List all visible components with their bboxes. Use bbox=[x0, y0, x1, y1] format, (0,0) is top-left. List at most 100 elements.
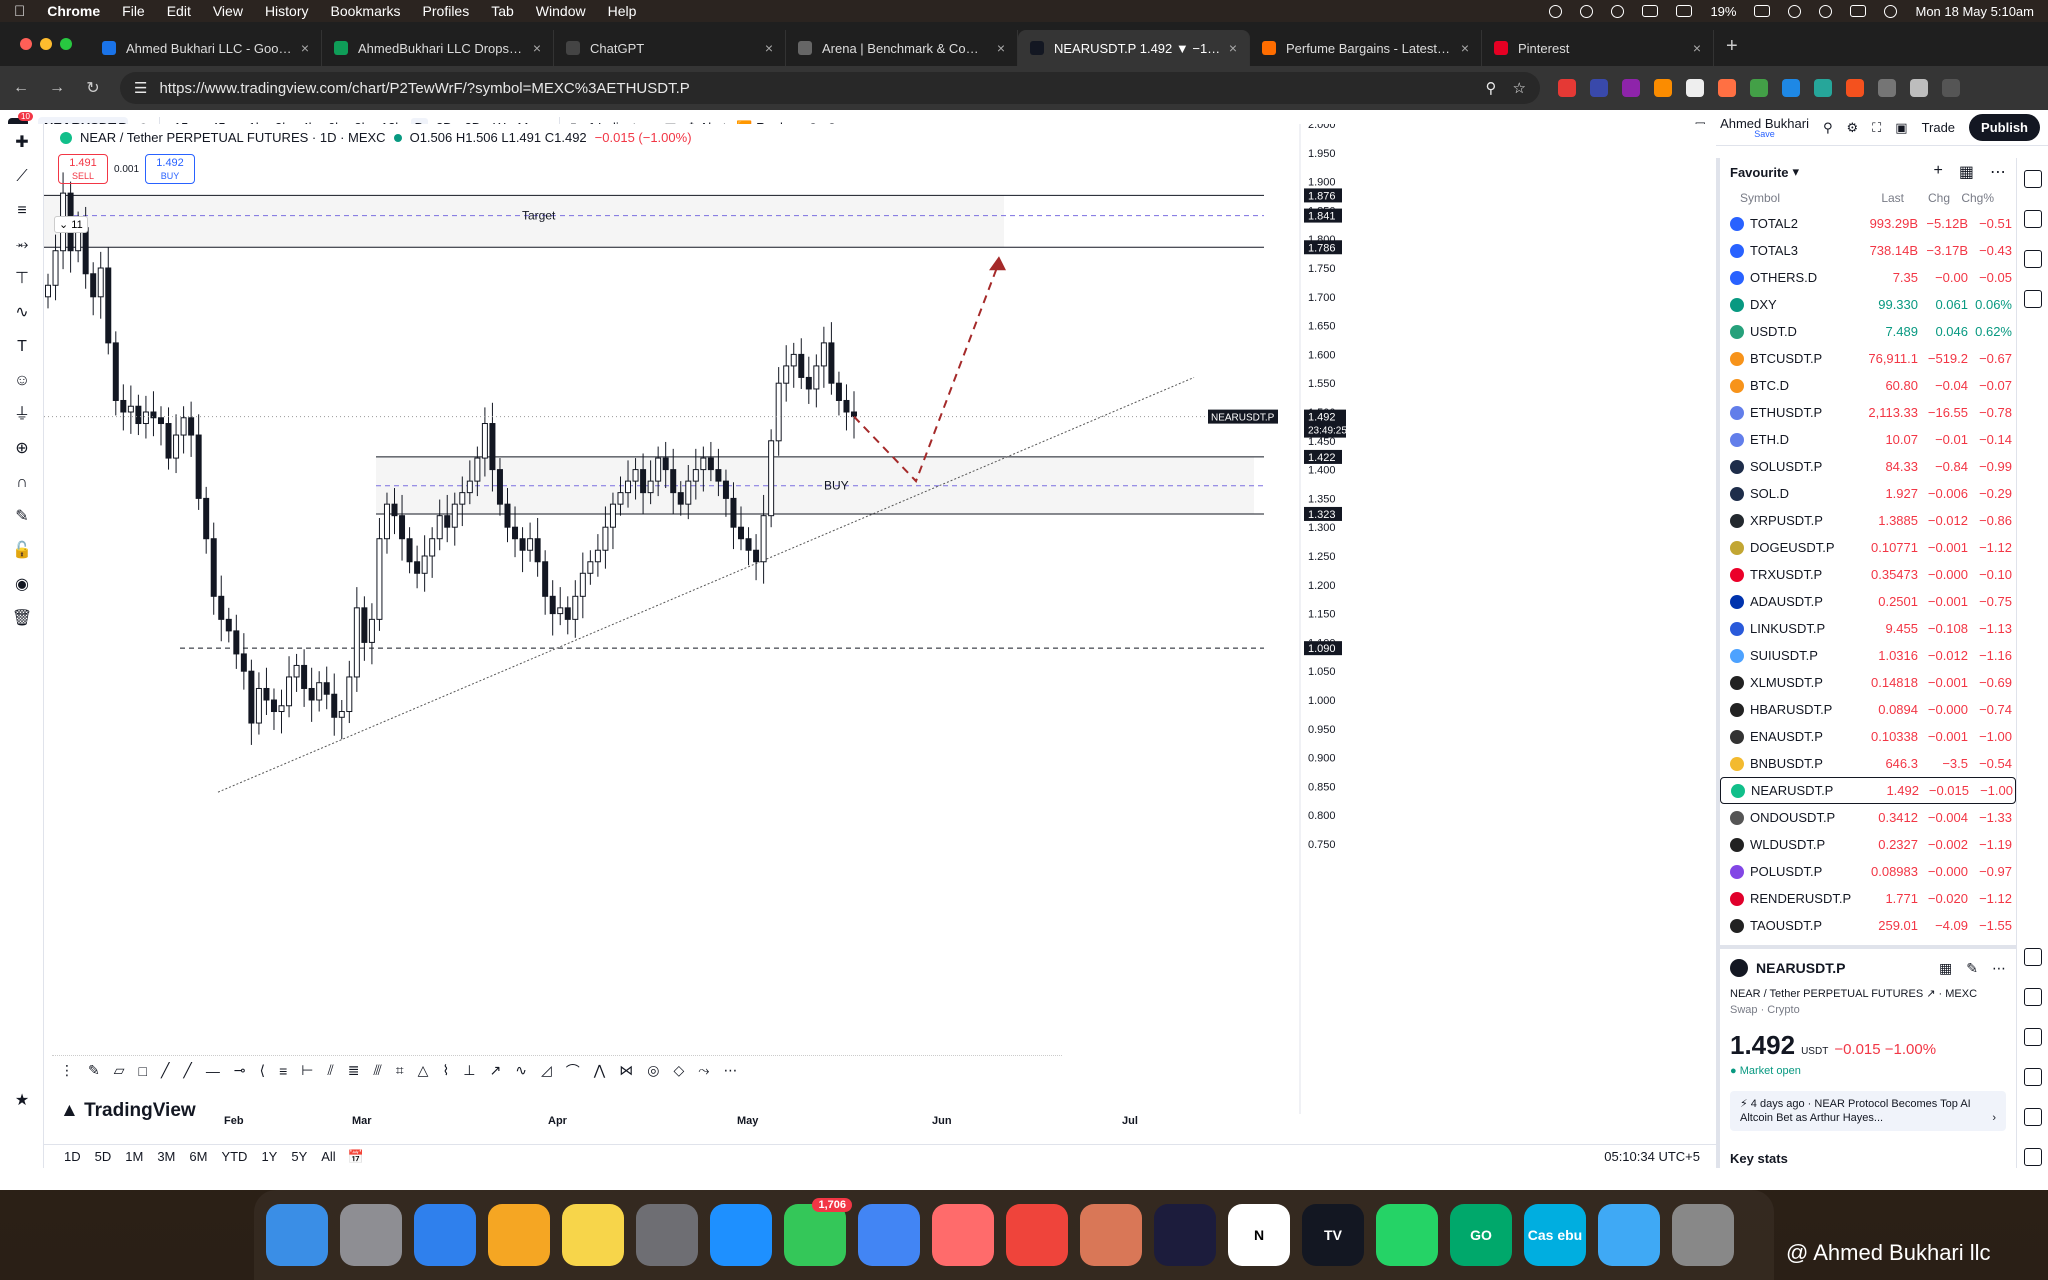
close-window-button[interactable] bbox=[20, 38, 32, 50]
microphone-icon[interactable] bbox=[1580, 4, 1594, 18]
drawing-tool-icon[interactable]: ⫽ bbox=[327, 1062, 333, 1079]
drawing-tool-icon[interactable]: ╱ bbox=[183, 1062, 191, 1079]
drawing-tool-icon[interactable]: ⫻ bbox=[373, 1062, 381, 1079]
menu-file[interactable]: File bbox=[122, 3, 145, 19]
price-chart[interactable]: 2.0001.9501.9001.8501.8001.7501.7001.650… bbox=[44, 124, 1716, 1144]
chevron-down-icon[interactable]: ▾ bbox=[1793, 164, 1800, 180]
extension-icon-1[interactable] bbox=[1558, 79, 1576, 97]
back-icon[interactable]: ← bbox=[12, 79, 30, 97]
close-tab-icon[interactable]: × bbox=[301, 40, 309, 56]
watchlist-row[interactable]: TOTAL3 738.14B −3.17B −0.43 bbox=[1720, 237, 2016, 264]
range-5D[interactable]: 5D bbox=[95, 1149, 112, 1164]
maximize-window-button[interactable] bbox=[60, 38, 72, 50]
dock-app-messages[interactable]: 1,706 bbox=[784, 1198, 852, 1266]
layers-icon[interactable] bbox=[2024, 250, 2042, 268]
watchlist-row[interactable]: RENDERUSDT.P 1.771 −0.020 −1.12 bbox=[1720, 885, 2016, 912]
chat-icon[interactable] bbox=[2024, 290, 2042, 308]
dock-app-chrome[interactable] bbox=[858, 1204, 920, 1266]
text-tool-icon[interactable]: T bbox=[11, 336, 33, 358]
fib-retracement-icon[interactable]: ≡ bbox=[11, 200, 33, 222]
apple-icon[interactable]:  bbox=[14, 3, 25, 20]
indicators-collapse-button[interactable]: ⌄ 11 bbox=[54, 216, 88, 233]
ruler-icon[interactable]: ⏚ bbox=[11, 404, 33, 426]
range-1M[interactable]: 1M bbox=[125, 1149, 143, 1164]
close-tab-icon[interactable]: × bbox=[997, 40, 1005, 56]
details-symbol[interactable]: NEARUSDT.P bbox=[1756, 960, 1845, 976]
col-symbol[interactable]: Symbol bbox=[1740, 191, 1848, 205]
drawing-tool-icon[interactable]: ⋀ bbox=[594, 1062, 605, 1079]
drawing-tool-icon[interactable]: ✎ bbox=[88, 1062, 100, 1079]
stream-icon[interactable] bbox=[2024, 1068, 2042, 1086]
drawing-tool-icon[interactable]: ≣ bbox=[348, 1062, 360, 1079]
external-link-icon[interactable]: ↗ bbox=[1926, 988, 1935, 1000]
watchlist-row[interactable]: TAOUSDT.P 259.01 −4.09 −1.55 bbox=[1720, 912, 2016, 939]
drawing-tool-icon[interactable]: ⋯ bbox=[723, 1062, 737, 1079]
chrome-menu-icon[interactable] bbox=[1942, 79, 1960, 97]
browser-tab[interactable]: Ahmed Bukhari LLC - Google × bbox=[90, 30, 322, 66]
drawing-tool-icon[interactable]: ⊥ bbox=[463, 1062, 475, 1079]
close-tab-icon[interactable]: × bbox=[533, 40, 541, 56]
menu-profiles[interactable]: Profiles bbox=[423, 3, 470, 19]
more-icon[interactable]: ⋯ bbox=[1992, 960, 2006, 977]
close-tab-icon[interactable]: × bbox=[765, 40, 773, 56]
bookmark-star-icon[interactable]: ☆ bbox=[1513, 79, 1526, 97]
dock-app-claude[interactable] bbox=[1080, 1204, 1142, 1266]
fullscreen-icon[interactable]: ⛶ bbox=[1872, 120, 1881, 136]
drawing-tool-icon[interactable]: ◇ bbox=[673, 1062, 684, 1079]
url-field[interactable]: ☰ https://www.tradingview.com/chart/P2Te… bbox=[120, 72, 1540, 104]
layout-name-button[interactable]: Ahmed Bukhari Save bbox=[1720, 117, 1809, 139]
dock-app-tradingview[interactable]: TV bbox=[1302, 1204, 1364, 1266]
menu-bookmarks[interactable]: Bookmarks bbox=[331, 3, 401, 19]
drawing-tool-icon[interactable]: — bbox=[206, 1063, 220, 1079]
watchlist-row[interactable]: ETH.D 10.07 −0.01 −0.14 bbox=[1720, 426, 2016, 453]
more-icon[interactable]: ⋯ bbox=[1990, 162, 2006, 182]
close-tab-icon[interactable]: × bbox=[1461, 40, 1469, 56]
dock-app-goto[interactable]: GO bbox=[1450, 1204, 1512, 1266]
advanced-view-icon[interactable]: ▦ bbox=[1959, 162, 1974, 182]
details-exchange[interactable]: MEXC bbox=[1945, 988, 1977, 1000]
dock-app-folder[interactable] bbox=[1598, 1204, 1660, 1266]
range-YTD[interactable]: YTD bbox=[221, 1149, 247, 1164]
menu-history[interactable]: History bbox=[265, 3, 309, 19]
apps-grid-icon[interactable] bbox=[2024, 1148, 2042, 1166]
pattern-icon[interactable]: ⥇ bbox=[11, 234, 33, 256]
drawing-tool-icon[interactable]: ⊸ bbox=[234, 1062, 246, 1079]
profile-avatar-icon[interactable] bbox=[1910, 79, 1928, 97]
drawing-tool-icon[interactable]: ⌒ bbox=[566, 1061, 580, 1081]
browser-tab[interactable]: NEARUSDT.P 1.492 ▼ −1% Al × bbox=[1018, 30, 1250, 66]
wifi-icon[interactable] bbox=[1788, 4, 1802, 18]
watchlist-row[interactable]: SUIUSDT.P 1.0316 −0.012 −1.16 bbox=[1720, 642, 2016, 669]
drawing-tool-icon[interactable]: ⊢ bbox=[301, 1062, 313, 1079]
close-tab-icon[interactable]: × bbox=[1693, 40, 1701, 56]
browser-tab[interactable]: Arena | Benchmark & Compar × bbox=[786, 30, 1018, 66]
details-name[interactable]: NEAR / Tether PERPETUAL FUTURES bbox=[1730, 988, 1923, 1000]
extensions-puzzle-icon[interactable] bbox=[1878, 79, 1896, 97]
position-icon[interactable]: ⊤ bbox=[11, 268, 33, 290]
calendar-icon[interactable] bbox=[2024, 1028, 2042, 1046]
news-headline[interactable]: ⚡ 4 days ago · NEAR Protocol Becomes Top… bbox=[1730, 1091, 2006, 1131]
drawing-tool-icon[interactable]: ⌗ bbox=[396, 1062, 404, 1079]
watchlist-row[interactable]: POLUSDT.P 0.08983 −0.000 −0.97 bbox=[1720, 858, 2016, 885]
goto-icon[interactable] bbox=[1549, 4, 1563, 18]
drawing-tool-icon[interactable]: ≡ bbox=[279, 1063, 287, 1079]
control-center-icon[interactable] bbox=[1850, 5, 1867, 17]
dock-app-finder[interactable] bbox=[266, 1204, 328, 1266]
watchlist-row[interactable]: BNBUSDT.P 646.3 −3.5 −0.54 bbox=[1720, 750, 2016, 777]
tradingview-logo[interactable]: ▲ TradingView bbox=[60, 1100, 196, 1122]
keyboard-input-icon[interactable] bbox=[1676, 5, 1693, 17]
dock-app-launchpad[interactable] bbox=[340, 1204, 402, 1266]
menu-edit[interactable]: Edit bbox=[167, 3, 191, 19]
magnet-icon[interactable]: ∩ bbox=[11, 472, 33, 494]
edit-icon[interactable]: ✎ bbox=[1966, 960, 1978, 977]
trash-icon[interactable]: 🗑 bbox=[11, 608, 33, 630]
range-All[interactable]: All bbox=[321, 1149, 335, 1164]
drawing-tool-icon[interactable]: ▱ bbox=[114, 1062, 125, 1079]
watchlist-row[interactable]: ENAUSDT.P 0.10338 −0.001 −1.00 bbox=[1720, 723, 2016, 750]
range-1D[interactable]: 1D bbox=[64, 1149, 81, 1164]
object-tree-star-icon[interactable]: ★ bbox=[11, 1090, 33, 1112]
drawing-tool-icon[interactable]: ∿ bbox=[515, 1062, 527, 1079]
extension-icon-7[interactable] bbox=[1750, 79, 1768, 97]
dock-app-mirror[interactable] bbox=[932, 1204, 994, 1266]
new-tab-button[interactable]: + bbox=[1726, 35, 1738, 58]
browser-tab[interactable]: Perfume Bargains - Latest St × bbox=[1250, 30, 1482, 66]
